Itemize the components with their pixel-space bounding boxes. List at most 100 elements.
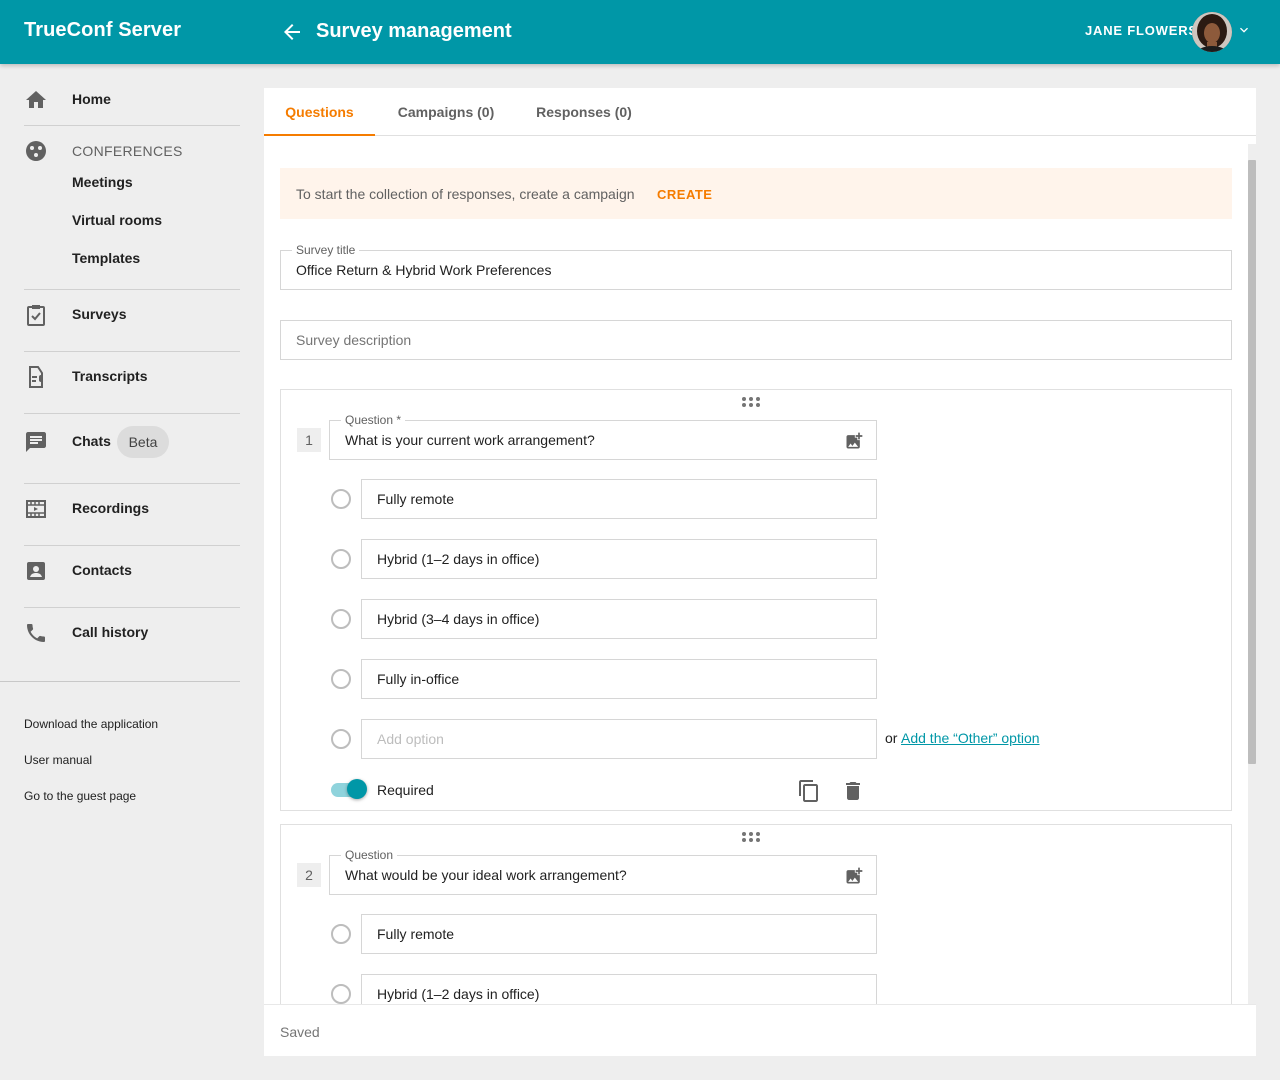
beta-badge: Beta	[117, 426, 169, 458]
required-label: Required	[377, 782, 434, 798]
sidebar-item-templates[interactable]: Templates	[72, 250, 140, 266]
add-image-icon[interactable]	[844, 866, 864, 886]
question-card: 2 Question What would be your ideal work…	[280, 824, 1232, 1004]
survey-title-value: Office Return & Hybrid Work Preferences	[296, 262, 552, 278]
sidebar-item-home[interactable]: Home	[0, 80, 240, 120]
question-label: Question	[341, 848, 398, 862]
back-arrow-icon[interactable]	[280, 20, 304, 44]
sidebar-item-surveys[interactable]: Surveys	[0, 295, 240, 335]
sidebar-item-virtual-rooms[interactable]: Virtual rooms	[72, 212, 162, 228]
option-radio[interactable]	[331, 669, 351, 689]
question-label: Question *	[341, 413, 406, 427]
question-card: 1 Question * What is your current work a…	[280, 389, 1232, 811]
sidebar: Home CONFERENCES Meetings Virtual rooms …	[0, 64, 264, 1080]
banner-text: To start the collection of responses, cr…	[296, 186, 635, 202]
option-text: Fully remote	[377, 491, 455, 507]
guest-page-link[interactable]: Go to the guest page	[24, 789, 136, 803]
option-text: Fully in-office	[377, 671, 460, 687]
option-radio[interactable]	[331, 609, 351, 629]
option-text: Fully remote	[377, 926, 455, 942]
sidebar-item-label: Chats	[72, 433, 111, 449]
question-text: What is your current work arrangement?	[345, 432, 595, 448]
sidebar-item-call-history[interactable]: Call history	[0, 613, 240, 653]
question-number: 2	[297, 863, 321, 887]
tab-bar: Questions Campaigns (0) Responses (0)	[264, 88, 1256, 136]
option-radio[interactable]	[331, 984, 351, 1004]
sidebar-item-label: Home	[72, 91, 111, 107]
scrollbar-thumb[interactable]	[1248, 160, 1256, 764]
divider	[24, 351, 240, 352]
sidebar-item-label: Call history	[72, 624, 149, 640]
home-icon	[26, 91, 46, 108]
conferences-section-label: CONFERENCES	[72, 143, 183, 159]
survey-title-field[interactable]: Survey title Office Return & Hybrid Work…	[280, 243, 1232, 290]
user-name[interactable]: JANE FLOWERS	[1085, 23, 1198, 38]
drag-handle-icon[interactable]	[741, 396, 761, 408]
status-bar: Saved	[264, 1004, 1256, 1056]
campaign-banner: To start the collection of responses, cr…	[280, 168, 1232, 219]
option-text: Hybrid (1–2 days in office)	[377, 986, 540, 1002]
add-option-placeholder: Add option	[377, 731, 444, 747]
required-toggle[interactable]	[331, 779, 367, 799]
survey-description-field[interactable]: Survey description	[280, 320, 1232, 360]
create-campaign-button[interactable]: CREATE	[657, 187, 712, 202]
contact-card-icon	[27, 562, 45, 580]
or-text: or	[885, 730, 898, 746]
divider	[0, 681, 240, 682]
option-field[interactable]: Fully remote	[361, 479, 877, 519]
divider	[24, 607, 240, 608]
tab-responses[interactable]: Responses (0)	[524, 88, 644, 136]
drag-handle-icon[interactable]	[741, 831, 761, 843]
add-option-input[interactable]: Add option	[361, 719, 877, 759]
brand-title: TrueConf Server	[24, 19, 182, 41]
download-app-link[interactable]: Download the application	[24, 717, 158, 731]
divider	[24, 483, 240, 484]
option-radio[interactable]	[331, 549, 351, 569]
option-radio[interactable]	[331, 924, 351, 944]
sidebar-item-transcripts[interactable]: Transcripts	[0, 357, 240, 397]
sidebar-item-label: Contacts	[72, 562, 132, 578]
copy-icon[interactable]	[797, 779, 821, 803]
option-field[interactable]: Fully remote	[361, 914, 877, 954]
question-number: 1	[297, 428, 321, 452]
question-text: What would be your ideal work arrangemen…	[345, 867, 627, 883]
sidebar-item-label: Surveys	[72, 306, 127, 322]
avatar-photo-icon	[1192, 12, 1232, 52]
conferences-icon	[26, 141, 46, 161]
page-title: Survey management	[316, 20, 512, 42]
delete-icon[interactable]	[841, 779, 865, 803]
add-other-option-link[interactable]: Add the “Other” option	[901, 730, 1040, 746]
sidebar-item-recordings[interactable]: Recordings	[0, 489, 240, 529]
divider	[24, 545, 240, 546]
question-text-field[interactable]: Question * What is your current work arr…	[329, 413, 877, 460]
phone-icon	[27, 624, 45, 642]
avatar[interactable]	[1192, 12, 1232, 52]
sidebar-item-label: Recordings	[72, 500, 150, 516]
sidebar-item-label: Transcripts	[72, 368, 148, 384]
user-manual-link[interactable]: User manual	[24, 753, 92, 767]
divider	[24, 289, 240, 290]
add-image-icon[interactable]	[844, 431, 864, 451]
option-field[interactable]: Fully in-office	[361, 659, 877, 699]
main-card: Questions Campaigns (0) Responses (0) To…	[264, 88, 1256, 1056]
chat-icon	[26, 432, 46, 452]
transcript-icon	[29, 366, 43, 388]
questions-scroll-area[interactable]: To start the collection of responses, cr…	[264, 136, 1256, 1004]
saved-status: Saved	[280, 1024, 320, 1040]
tab-campaigns[interactable]: Campaigns (0)	[384, 88, 508, 136]
option-radio[interactable]	[331, 489, 351, 509]
sidebar-item-meetings[interactable]: Meetings	[72, 174, 133, 190]
divider	[24, 125, 240, 126]
chevron-down-icon[interactable]	[1236, 22, 1252, 38]
option-field[interactable]: Hybrid (1–2 days in office)	[361, 539, 877, 579]
sidebar-item-contacts[interactable]: Contacts	[0, 551, 240, 591]
question-text-field[interactable]: Question What would be your ideal work a…	[329, 848, 877, 895]
option-field[interactable]: Hybrid (3–4 days in office)	[361, 599, 877, 639]
film-icon	[26, 500, 46, 518]
option-field[interactable]: Hybrid (1–2 days in office)	[361, 974, 877, 1004]
option-text: Hybrid (3–4 days in office)	[377, 611, 540, 627]
survey-title-label: Survey title	[292, 243, 360, 257]
tab-questions[interactable]: Questions	[264, 88, 375, 136]
clipboard-check-icon	[27, 305, 45, 326]
top-app-bar: TrueConf Server Survey management JANE F…	[0, 0, 1280, 64]
